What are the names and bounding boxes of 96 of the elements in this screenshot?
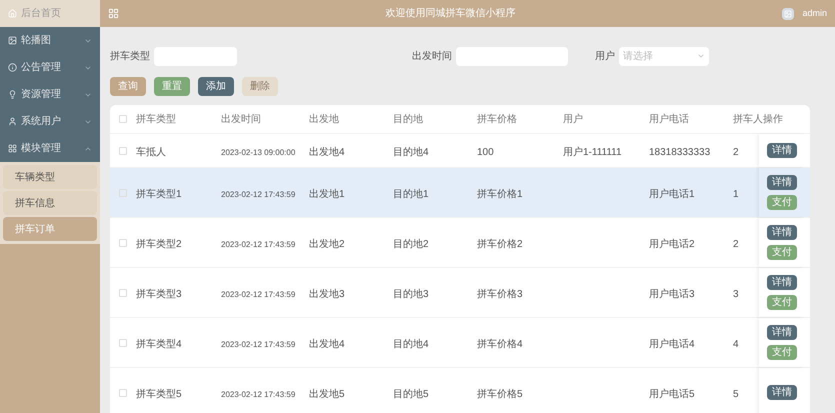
row-action-button[interactable]: 详情 (767, 325, 797, 340)
table-cell: 目的地3 (393, 288, 429, 300)
column-header: 出发地 (309, 112, 340, 126)
table-cell: 2 (733, 146, 739, 158)
column-header: 用户电话 (649, 112, 690, 126)
table-cell: 2023-02-12 17:43:59 (221, 190, 296, 198)
checkbox[interactable] (119, 188, 127, 196)
menu-item[interactable]: 轮播图 (0, 27, 100, 54)
table-cell: 拼车类型4 (136, 338, 182, 350)
row-action-button[interactable]: 详情 (767, 143, 797, 158)
field-label: 出发时间 (412, 50, 452, 64)
table-cell: 目的地4 (393, 338, 429, 350)
table-cell: 2023-02-12 17:43:59 (221, 340, 296, 348)
table-cell: 拼车类型3 (136, 288, 182, 300)
menu-item[interactable]: 公告管理 (0, 54, 100, 81)
table-cell: 用户电话5 (649, 388, 695, 400)
menu-icon (8, 63, 17, 72)
checkbox[interactable] (119, 288, 127, 296)
table-cell: 用户1-111111 (563, 146, 622, 158)
checkbox[interactable] (119, 146, 127, 154)
table-cell: 3 (733, 288, 739, 300)
action-button[interactable]: 重置 (154, 77, 190, 96)
table-cell: 拼车价格4 (477, 338, 523, 350)
row-action-button[interactable]: 支付 (767, 295, 797, 310)
table-cell: 2 (733, 238, 739, 250)
grid-icon[interactable] (108, 8, 119, 19)
table-cell: 出发地1 (309, 188, 345, 200)
table-cell: 出发地4 (309, 146, 345, 158)
menu-label: 公告管理 (21, 60, 62, 75)
column-header: 目的地 (393, 112, 424, 126)
row-action-button[interactable]: 详情 (767, 385, 797, 400)
checkbox[interactable] (119, 338, 127, 346)
table-cell: 目的地2 (393, 238, 429, 250)
table-cell: 出发地3 (309, 288, 345, 300)
menu-label: 系统用户 (21, 114, 62, 129)
table-cell: 拼车价格2 (477, 238, 523, 250)
table-cell: 出发地4 (309, 338, 345, 350)
checkbox[interactable] (119, 115, 127, 123)
action-button[interactable]: 添加 (198, 77, 234, 96)
menu-icon (8, 90, 17, 99)
menu-icon (8, 144, 17, 153)
table-cell: 拼车价格5 (477, 388, 523, 400)
table-cell: 100 (477, 146, 494, 158)
menu-icon (8, 36, 17, 45)
table-cell: 拼车价格1 (477, 188, 523, 200)
chevron-icon (697, 52, 705, 60)
column-header: 拼车类型 (136, 112, 177, 126)
menu-label: 轮播图 (21, 34, 52, 48)
row-action-button[interactable]: 支付 (767, 345, 797, 360)
menu-item[interactable]: 模块管理 (0, 135, 100, 162)
table-cell: 车抵人 (136, 146, 166, 158)
row-action-button[interactable]: 支付 (767, 245, 797, 260)
table-cell: 目的地1 (393, 188, 429, 200)
table-cell: 用户电话3 (649, 288, 695, 300)
table-cell: 1 (733, 188, 739, 200)
field-label: 用户 (595, 50, 615, 64)
table-cell: 用户电话2 (649, 238, 695, 250)
field-label: 拼车类型 (110, 50, 150, 64)
submenu-item[interactable]: 拼车信息 (3, 191, 97, 215)
table-cell: 2023-02-12 17:43:59 (221, 240, 296, 248)
table-cell: 拼车类型2 (136, 238, 182, 250)
checkbox[interactable] (119, 388, 127, 396)
menu-item[interactable]: 资源管理 (0, 81, 100, 108)
table-cell: 2023-02-12 17:43:59 (221, 390, 296, 398)
submenu-item[interactable]: 车辆类型 (3, 165, 97, 189)
row-action-button[interactable]: 详情 (767, 275, 797, 290)
table-cell: 目的地4 (393, 146, 429, 158)
checkbox[interactable] (119, 238, 127, 246)
table-cell: 拼车类型1 (136, 188, 182, 200)
menu-label: 资源管理 (21, 88, 62, 102)
table-cell: 2023-02-12 17:43:59 (221, 290, 296, 298)
table-cell: 2023-02-13 09:00:00 (221, 148, 296, 156)
row-action-button[interactable]: 支付 (767, 195, 797, 210)
column-header: 用户 (563, 112, 584, 126)
menu-icon (8, 117, 17, 126)
menu-label: 模块管理 (21, 142, 62, 156)
row-action-button[interactable]: 详情 (767, 175, 797, 190)
table-cell: 4 (733, 338, 739, 350)
table-cell: 用户电话1 (649, 188, 695, 200)
table-cell: 拼车价格3 (477, 288, 523, 300)
column-header: 操作 (762, 112, 784, 126)
home-icon (8, 9, 17, 18)
menu-item[interactable]: 系统用户 (0, 108, 100, 135)
table-cell: 用户电话4 (649, 338, 695, 350)
table-cell: 18318333333 (649, 146, 710, 158)
column-header: 出发时间 (221, 112, 262, 126)
row-action-button[interactable]: 详情 (767, 225, 797, 240)
avatar-icon (782, 8, 794, 20)
table-cell: 出发地2 (309, 238, 345, 250)
table-cell: 5 (733, 388, 739, 400)
column-header: 拼车价格 (477, 112, 518, 126)
table-cell: 出发地5 (309, 388, 345, 400)
action-button[interactable]: 查询 (110, 77, 146, 96)
app-title: 欢迎使用同城拼车微信小程序 (384, 6, 517, 21)
table-cell: 目的地5 (393, 388, 429, 400)
table-cell: 拼车类型5 (136, 388, 182, 400)
